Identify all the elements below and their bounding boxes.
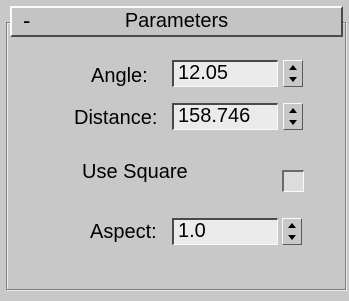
distance-spinner[interactable] <box>283 103 303 130</box>
angle-input[interactable]: 12.05 <box>172 60 278 87</box>
use-square-label: Use Square <box>82 161 188 183</box>
aspect-label: Aspect: <box>90 221 157 243</box>
distance-label: Distance: <box>74 107 158 129</box>
aspect-spin-up-icon[interactable] <box>283 219 301 232</box>
aspect-spinner[interactable] <box>282 218 302 245</box>
distance-spin-down-icon[interactable] <box>284 117 302 130</box>
angle-spin-down-icon[interactable] <box>284 74 302 87</box>
distance-spin-up-icon[interactable] <box>284 104 302 117</box>
angle-spin-up-icon[interactable] <box>284 61 302 74</box>
angle-spinner[interactable] <box>283 60 303 87</box>
use-square-checkbox[interactable] <box>282 170 304 192</box>
rollout-header[interactable]: - Parameters <box>10 6 343 37</box>
rollout-title: Parameters <box>124 10 229 32</box>
distance-input[interactable]: 158.746 <box>172 103 278 130</box>
aspect-spin-down-icon[interactable] <box>283 232 301 245</box>
angle-label: Angle: <box>91 65 148 87</box>
parameters-panel: - Parameters Angle: 12.05 Distance: 158.… <box>0 0 349 301</box>
aspect-input[interactable]: 1.0 <box>172 218 278 245</box>
